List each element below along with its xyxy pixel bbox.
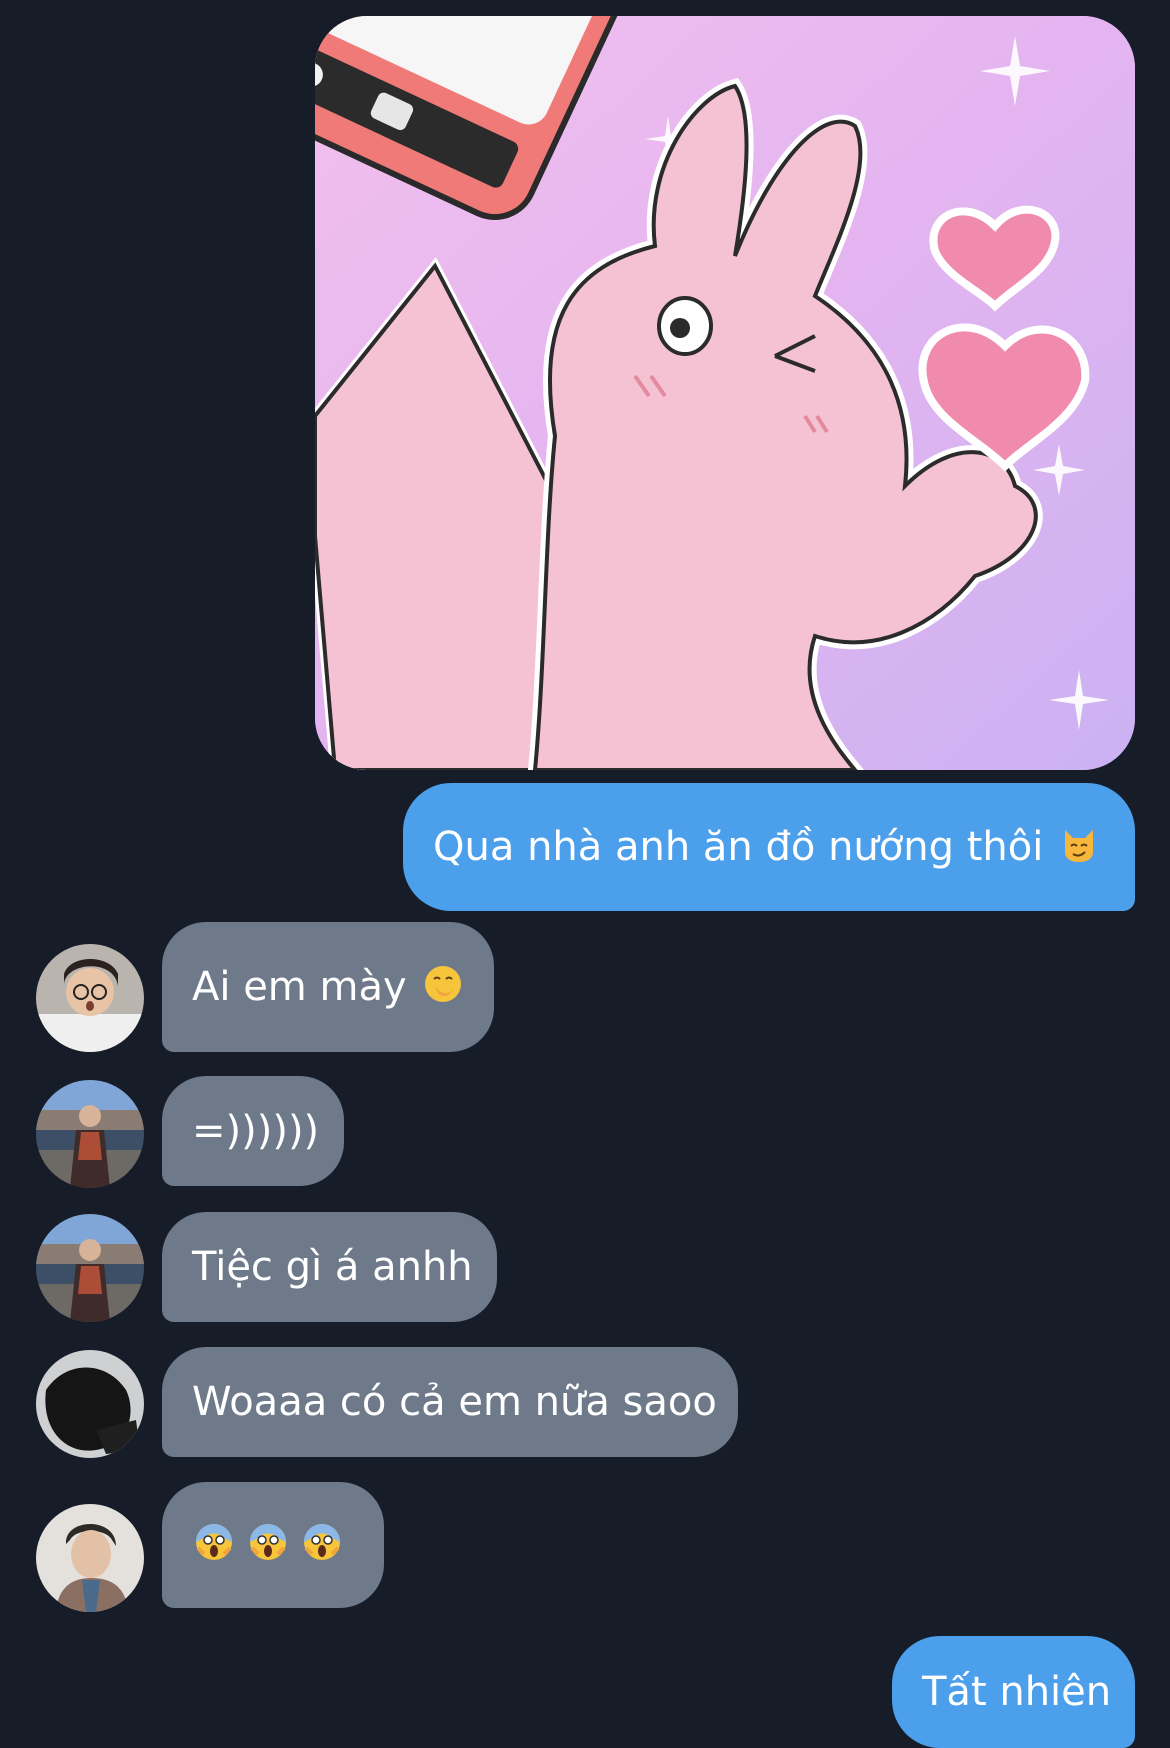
message-text: Ai em mày [192,964,407,1010]
avatar-dark-figure[interactable] [36,1350,144,1458]
avatar-man-waterfront[interactable] [36,1214,144,1322]
incoming-emoji-bubble[interactable] [162,1482,384,1608]
outgoing-message-bubble[interactable]: Tất nhiên [892,1636,1135,1748]
chat-thread: Qua nhà anh ăn đồ nướng thôi Ai em mày =… [0,0,1170,1748]
avatar-young-man[interactable] [36,1504,144,1612]
incoming-message-bubble[interactable]: Ai em mày [162,922,494,1052]
avatar-man-waterfront[interactable] [36,1080,144,1188]
incoming-message-bubble[interactable]: Woaaa có cả em nữa saoo [162,1347,738,1457]
message-text: Qua nhà anh ăn đồ nướng thôi [433,824,1044,870]
message-text: Tất nhiên [922,1669,1112,1715]
face-screaming-in-fear-emoji [302,1522,342,1569]
pink-bunny-selfie-sticker [315,16,1135,770]
incoming-message-bubble[interactable]: =)))))) [162,1076,344,1186]
face-screaming-in-fear-emoji [194,1522,234,1569]
incoming-message-bubble[interactable]: Tiệc gì á anhh [162,1212,497,1322]
message-text: =)))))) [192,1108,320,1154]
avatar-girl-glasses[interactable] [36,944,144,1052]
sticker-message[interactable] [315,16,1135,770]
message-text: Tiệc gì á anhh [192,1244,473,1290]
outgoing-message-bubble[interactable]: Qua nhà anh ăn đồ nướng thôi [403,783,1135,911]
message-text: Woaaa có cả em nữa saoo [192,1379,717,1425]
face-screaming-in-fear-emoji [248,1522,288,1569]
face-with-hand-over-mouth-emoji [423,964,463,1011]
smirking-cat-emoji [1059,824,1099,871]
